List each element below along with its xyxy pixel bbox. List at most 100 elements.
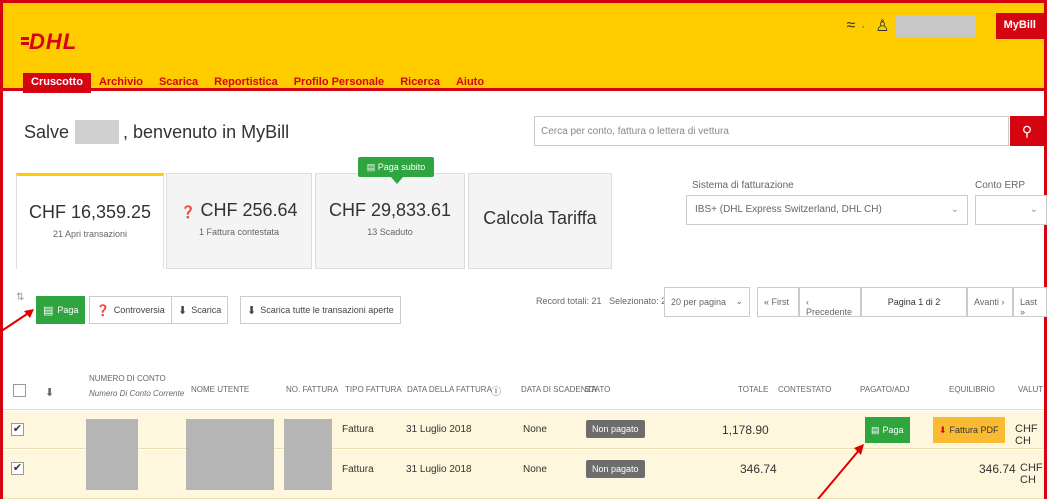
account-number-redacted	[86, 450, 138, 490]
download-icon: ⬇	[247, 304, 257, 317]
row-checkbox[interactable]: ✔	[11, 462, 24, 475]
record-count: Record totali: 21 Selezionato: 2	[536, 296, 666, 306]
card-disputed[interactable]: ❓ CHF 256.64 1 Fattura contestata	[166, 173, 312, 269]
status-badge: Non pagato	[586, 420, 645, 438]
download-icon: ⬇	[178, 304, 188, 317]
greeting-prefix: Salve	[24, 121, 70, 142]
erp-account-select[interactable]: ⌄	[975, 195, 1047, 225]
card-subtitle: 13 Scaduto	[367, 227, 413, 237]
erp-account-label: Conto ERP	[975, 180, 1026, 191]
cell-currency: CHF CH	[1020, 462, 1043, 486]
table-header: ⬇ NUMERO DI CONTO Numero Di Conto Corren…	[3, 362, 1044, 410]
cell-total: 1,178.90	[722, 423, 769, 437]
download-icon[interactable]: ⬇	[45, 386, 54, 399]
billing-system-label: Sistema di fatturazione	[692, 180, 794, 191]
sort-icon[interactable]: ⇅	[16, 292, 24, 303]
col-currency[interactable]: VALUT	[1018, 385, 1043, 394]
last-page-button[interactable]: Last »	[1013, 287, 1047, 317]
pay-now-button[interactable]: ▤ Paga subito	[358, 157, 434, 184]
pay-now-label: Paga subito	[377, 162, 426, 172]
card-open-transactions[interactable]: CHF 16,359.25 21 Apri transazioni	[16, 173, 164, 269]
question-icon: ❓	[96, 304, 110, 317]
header-right: ≈ · ♙ MyBill	[846, 13, 1044, 39]
pay-button-label: Paga	[57, 305, 79, 315]
header-divider	[3, 88, 1044, 91]
sort-icon[interactable]: ⓘ	[491, 383, 501, 398]
col-type[interactable]: TIPO FATTURA	[345, 385, 402, 394]
page-greeting: Salve , benvenuto in MyBill	[24, 120, 289, 144]
user-icon[interactable]: ♙	[875, 16, 889, 36]
invoice-pdf-button[interactable]: ⬇ Fattura PDF	[933, 417, 1005, 443]
card-label: Calcola Tariffa	[483, 208, 597, 228]
col-total[interactable]: TOTALE	[738, 385, 768, 394]
greeting-suffix: , benvenuto in MyBill	[123, 121, 290, 142]
select-all-checkbox[interactable]	[13, 384, 26, 397]
card-subtitle: 21 Apri transazioni	[52, 229, 128, 239]
pay-button[interactable]: ▤ Paga	[36, 296, 86, 324]
download-all-button[interactable]: ⬇ Scarica tutte le transazioni aperte	[240, 296, 401, 324]
row-checkbox[interactable]: ✔	[11, 423, 24, 436]
per-page-value: 20 per pagina	[671, 297, 727, 307]
download-button-label: Scarica	[191, 305, 222, 315]
per-page-select[interactable]: 20 per pagina ⌄	[664, 287, 750, 317]
page-indicator: Pagina 1 di 2	[861, 287, 967, 317]
billing-system-value: IBS+ (DHL Express Switzerland, DHL CH)	[695, 204, 882, 215]
col-balance[interactable]: EQUILIBRIO	[949, 385, 995, 394]
credit-card-icon: ▤	[871, 424, 880, 435]
credit-card-icon: ▤	[366, 162, 376, 172]
row-pay-label: Paga	[882, 425, 904, 435]
dispute-button-label: Controversia	[113, 305, 165, 315]
billing-system-select[interactable]: IBS+ (DHL Express Switzerland, DHL CH) ⌄	[686, 195, 968, 225]
status-badge: Non pagato	[586, 460, 645, 478]
records-selected: Selezionato: 2	[609, 296, 667, 306]
download-all-button-label: Scarica tutte le transazioni aperte	[260, 305, 394, 315]
chevron-down-icon: ⌄	[735, 296, 743, 306]
cell-date: 31 Luglio 2018	[406, 464, 472, 475]
search-icon: ⚲	[1021, 123, 1033, 139]
col-account-sub[interactable]: Numero Di Conto Corrente	[89, 389, 184, 398]
network-icon[interactable]: ≈	[846, 17, 855, 35]
download-button[interactable]: ⬇ Scarica	[171, 296, 229, 324]
first-page-button[interactable]: « First	[757, 287, 799, 317]
header-bar: DHL ≈ · ♙ MyBill Cruscotto Archivio Scar…	[3, 3, 1044, 93]
download-icon: ⬇	[939, 424, 947, 435]
header-separator: ·	[861, 19, 866, 33]
user-name-redacted	[186, 450, 274, 490]
previous-page-button[interactable]: ‹ Precedente	[799, 287, 861, 317]
search-input[interactable]: Cerca per conto, fattura o lettera di ve…	[534, 116, 1009, 146]
cell-total: 346.74	[740, 462, 777, 476]
card-calculate-rate[interactable]: Calcola Tariffa	[468, 173, 612, 269]
cell-currency: CHF CH	[1015, 423, 1038, 447]
row-pay-button[interactable]: ▤ Paga	[865, 417, 910, 443]
col-disputed[interactable]: CONTESTATO	[778, 385, 831, 394]
next-page-button[interactable]: Avanti ›	[967, 287, 1013, 317]
cell-due: None	[523, 464, 547, 475]
card-amount: CHF 29,833.61	[328, 200, 452, 220]
chevron-down-icon: ⌄	[950, 204, 959, 215]
col-date[interactable]: DATA DELLA FATTURA	[407, 385, 492, 394]
user-name-redacted	[75, 120, 120, 144]
user-name-redacted	[895, 15, 976, 37]
col-account[interactable]: NUMERO DI CONTO	[89, 374, 166, 383]
invoice-number-redacted	[284, 450, 332, 490]
col-paid[interactable]: PAGATO/ADJ	[860, 385, 909, 394]
records-total: Record totali: 21	[536, 296, 602, 306]
cell-type: Fattura	[342, 464, 374, 475]
col-invoice-no[interactable]: NO. FATTURA	[286, 385, 338, 394]
col-user[interactable]: NOME UTENTE	[191, 385, 249, 394]
card-subtitle: 1 Fattura contestata	[198, 227, 280, 237]
mybill-button[interactable]: MyBill	[995, 13, 1044, 39]
card-amount-value: CHF 256.64	[200, 200, 298, 220]
table-row[interactable]: ✔ Fattura 31 Luglio 2018 None Non pagato…	[3, 450, 1044, 499]
search-button[interactable]: ⚲	[1010, 116, 1044, 146]
card-overdue[interactable]: CHF 29,833.61 13 Scaduto	[315, 173, 465, 269]
dispute-button[interactable]: ❓ Controversia	[89, 296, 172, 324]
cell-due: None	[523, 424, 547, 435]
dhl-logo[interactable]: DHL	[20, 29, 77, 55]
invoice-pdf-label: Fattura PDF	[949, 425, 999, 435]
table-row[interactable]: ✔ Fattura 31 Luglio 2018 None Non pagato…	[3, 411, 1044, 471]
card-amount: ❓ CHF 256.64	[167, 200, 311, 221]
question-icon: ❓	[180, 205, 196, 219]
col-status[interactable]: STATO	[585, 385, 610, 394]
credit-card-icon: ▤	[43, 304, 54, 317]
